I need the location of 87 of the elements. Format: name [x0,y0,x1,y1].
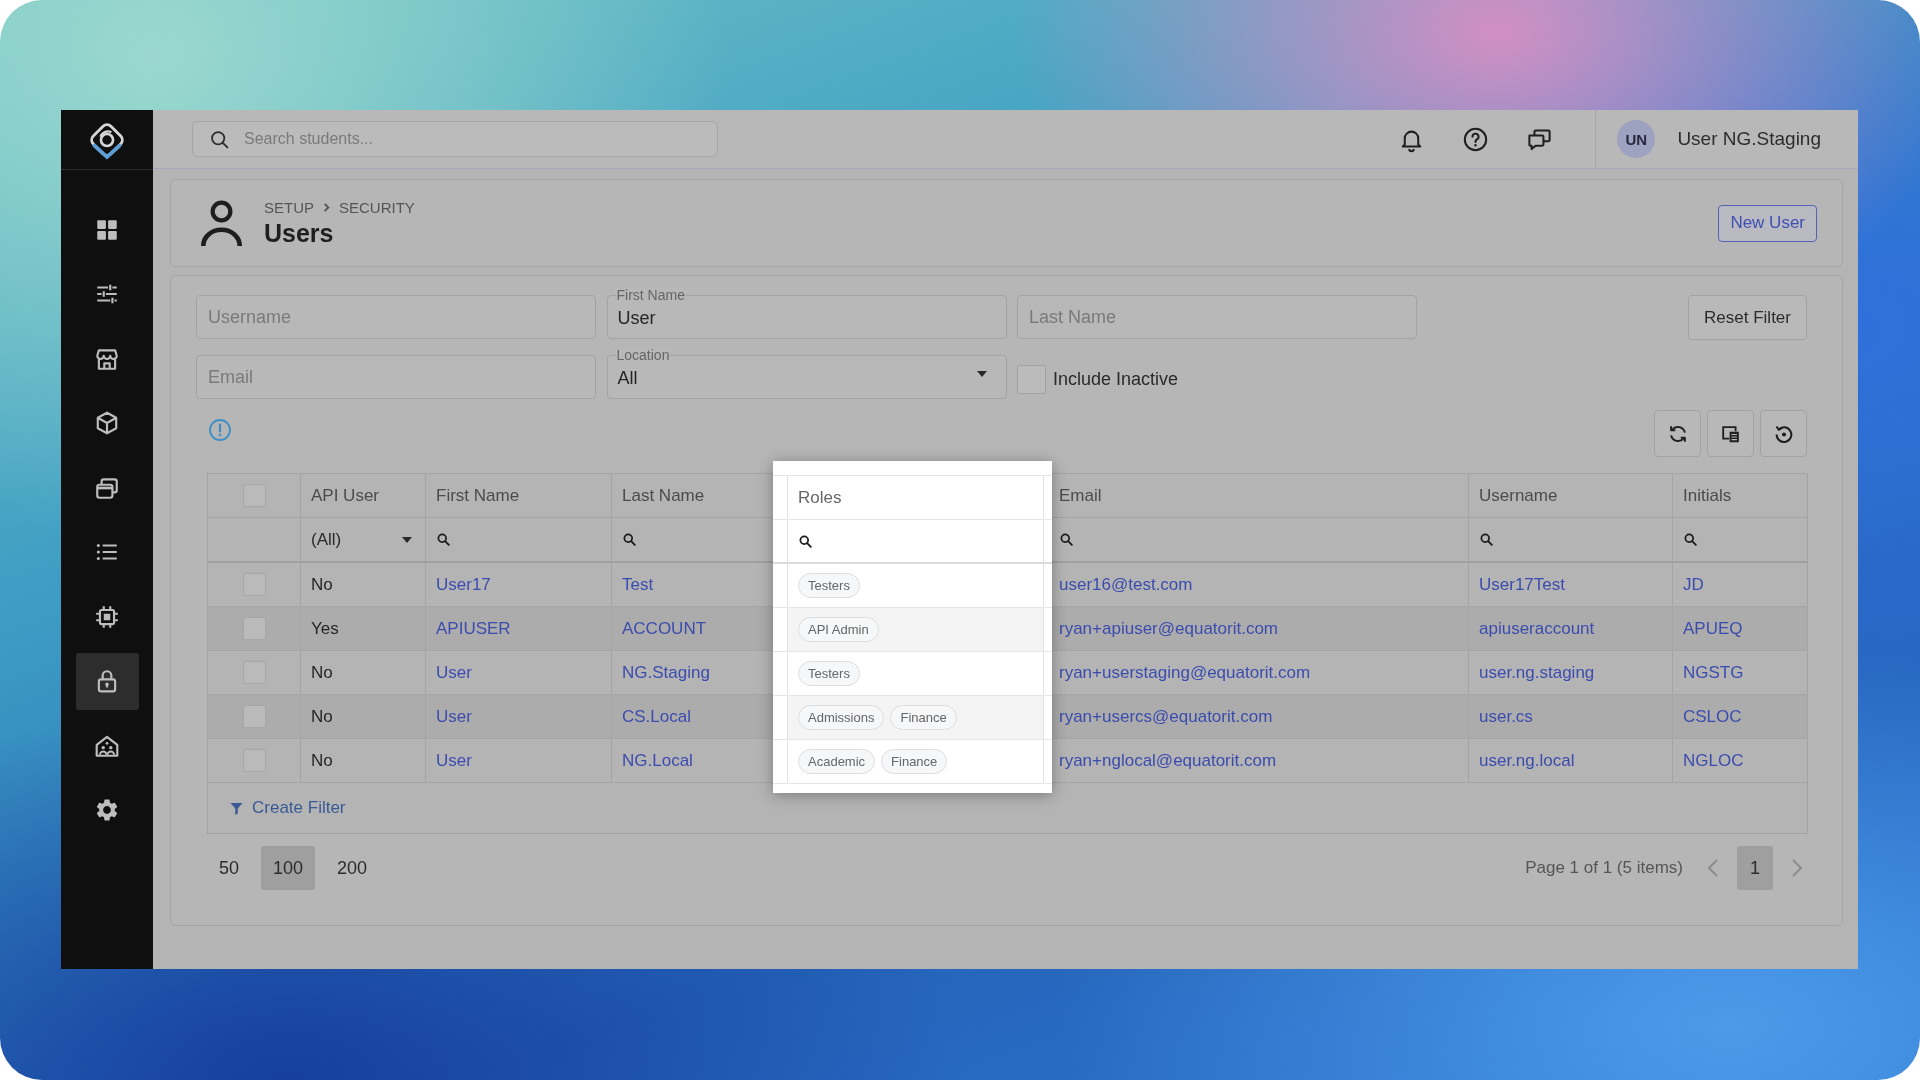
last-name-field[interactable]: Last Name [1017,295,1417,339]
api-user-value: Yes [311,618,339,639]
location-select[interactable]: Location All [606,348,1007,399]
search-field[interactable]: Search students... [192,121,718,157]
role-tag: Finance [881,749,948,774]
api-user-value: No [311,574,333,595]
page-size-button[interactable]: 50 [207,846,252,890]
role-tag: Admissions [798,705,885,730]
refresh-button[interactable] [1654,410,1701,457]
first-name-link[interactable]: User17 [436,574,491,595]
initials-link[interactable]: NGLOC [1683,750,1744,771]
column-header[interactable]: Username [1479,485,1558,506]
last-name-link[interactable]: Test [622,574,654,595]
page-size-button[interactable]: 200 [325,846,380,890]
search-icon [1683,532,1698,547]
first-name-field[interactable]: First Name User [606,288,1007,339]
username-link[interactable]: apiuseraccount [1479,618,1595,639]
username-field[interactable]: Username [196,295,596,339]
page-number-button[interactable]: 1 [1737,846,1773,890]
help-icon [1462,125,1490,153]
last-name-link[interactable]: NG.Staging [622,662,710,683]
initials-link[interactable]: JD [1683,574,1704,595]
role-tag: Finance [890,705,957,730]
first-name-link[interactable]: User [436,706,472,727]
column-header[interactable]: Roles [798,487,842,508]
chevron-right-icon [1791,858,1803,878]
user-avatar[interactable]: UN [1617,120,1656,158]
caret-icon [976,371,987,377]
email-link[interactable]: ryan+apiuser@equatorit.com [1059,618,1278,639]
api-user-value: No [311,750,333,771]
first-name-link[interactable]: User [436,750,472,771]
column-header[interactable]: Email [1059,485,1102,506]
role-tag: Testers [798,661,860,686]
column-header[interactable]: Last Name [622,485,705,506]
api-user-value: No [311,662,333,683]
first-name-link[interactable]: APIUSER [436,618,511,639]
search-icon [1059,532,1074,547]
search-icon [436,532,451,547]
caret-icon [402,536,412,543]
email-link[interactable]: user16@test.com [1059,574,1193,595]
help-button[interactable] [1462,125,1490,153]
column-filter-dropdown[interactable]: (All) [301,518,426,561]
chevron-right-icon [321,202,332,213]
username-link[interactable]: user.ng.staging [1479,662,1595,683]
columns-button[interactable] [1707,410,1754,457]
funnel-icon [229,800,244,816]
initials-link[interactable]: APUEQ [1683,618,1743,639]
role-tag: Academic [798,749,876,774]
reset-filter-button[interactable]: Reset Filter [1688,295,1807,340]
email-link[interactable]: ryan+usercs@equatorit.com [1059,706,1273,727]
email-link[interactable]: ryan+userstaging@equatorit.com [1059,662,1311,683]
search-icon [798,533,813,549]
breadcrumb-link[interactable]: SETUP [264,199,314,216]
page-title: Users [264,219,335,247]
api-user-value: No [311,706,333,727]
username-link[interactable]: user.ng.local [1479,750,1575,771]
initials-link[interactable]: NGSTG [1683,662,1744,683]
column-header[interactable]: API User [311,485,380,506]
chip-icon [94,603,120,630]
person-icon [198,198,245,248]
initials-link[interactable]: CSLOC [1683,706,1742,727]
column-header[interactable]: Initials [1683,485,1732,506]
search-icon [622,532,637,547]
role-tag: Testers [798,573,860,598]
last-name-link[interactable]: NG.Local [622,750,693,771]
email-field[interactable]: Email [196,355,596,399]
search-icon [209,128,230,150]
email-link[interactable]: ryan+nglocal@equatorit.com [1059,750,1277,771]
role-tag: API Admin [798,617,879,642]
sidebar-item[interactable] [75,652,139,710]
username-link[interactable]: user.cs [1479,706,1533,727]
chevron-left-icon [1707,858,1719,878]
column-header[interactable]: First Name [436,485,520,506]
cube-icon [94,410,120,436]
search-icon [1479,532,1494,547]
user-name[interactable]: User NG.Staging [1677,128,1821,150]
page-info: Page 1 of 1 (5 items) [1525,858,1683,878]
new-user-button[interactable]: New User [1718,204,1817,242]
first-name-link[interactable]: User [436,662,472,683]
page-size-button[interactable]: 100 [261,846,316,890]
reset-layout-button[interactable] [1760,410,1807,457]
breadcrumb-link[interactable]: SECURITY [339,199,415,216]
last-name-link[interactable]: CS.Local [622,706,691,727]
gear-icon [94,797,120,823]
create-filter-button[interactable]: Create Filter [229,798,346,818]
username-link[interactable]: User17Test [1479,574,1565,595]
last-name-link[interactable]: ACCOUNT [622,618,707,639]
